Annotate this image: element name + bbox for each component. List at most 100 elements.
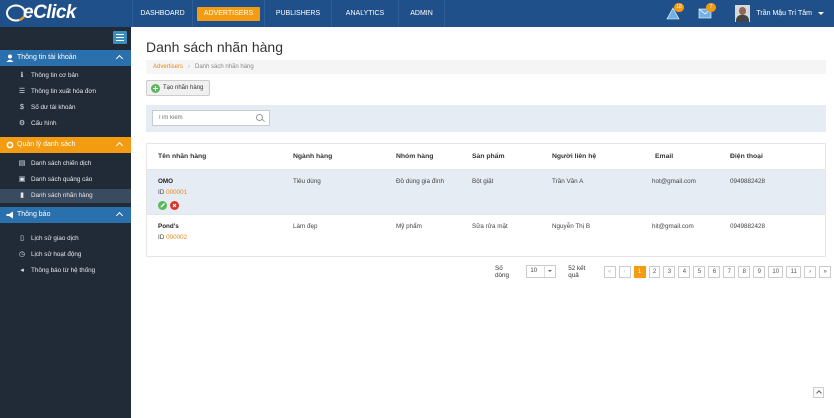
column-header[interactable]: Sản phẩm: [472, 153, 504, 160]
industry-cell: Tiêu dùng: [293, 178, 321, 185]
column-header[interactable]: Nhóm hàng: [396, 153, 433, 160]
gear-icon: [6, 141, 14, 149]
sidebar: Thông tin tài khoản ℹ Thông tin cơ bản ☰…: [0, 27, 131, 418]
product-cell: Bột giặt: [472, 178, 494, 185]
sidebar-item-label: Cấu hình: [31, 120, 57, 127]
nav-advertisers-label: ADVERTISERS: [196, 6, 261, 21]
rows-per-page-label: Số dòng: [495, 264, 510, 279]
sidebar-item-ads[interactable]: ▣ Danh sách quảng cáo: [0, 173, 131, 187]
group-cell: Mỹ phẩm: [396, 223, 422, 230]
page-button[interactable]: 9: [753, 265, 766, 278]
sidebar-item-brands[interactable]: ▮ Danh sách nhãn hàng: [0, 189, 131, 203]
bookmark-icon: ▮: [20, 192, 24, 199]
sidebar-toggle-button[interactable]: [113, 31, 127, 44]
table-icon: ▤: [18, 160, 26, 167]
column-header[interactable]: Email: [655, 153, 673, 160]
phone-cell: 0949882428: [730, 223, 766, 230]
alerts-button[interactable]: 18: [666, 3, 684, 21]
delete-icon[interactable]: [170, 201, 179, 210]
sidebar-item-invoice-info[interactable]: ☰ Thông tin xuất hóa đơn: [0, 85, 131, 99]
breadcrumb-current: Danh sách nhãn hàng: [195, 64, 254, 70]
search-input[interactable]: [152, 110, 270, 126]
page-button[interactable]: 3: [663, 265, 676, 278]
prev-page-icon[interactable]: ‹: [618, 265, 631, 278]
info-icon: ℹ: [20, 72, 24, 79]
rows-per-page-value: 10: [530, 268, 538, 274]
chevron-down-icon: [818, 12, 824, 15]
page-button[interactable]: 1: [633, 265, 646, 278]
nav-advertisers[interactable]: ADVERTISERS: [193, 0, 265, 27]
rows-per-page-select[interactable]: 10: [526, 265, 557, 278]
sidebar-item-label: Số dư tài khoản: [31, 104, 76, 111]
search-icon[interactable]: [256, 114, 263, 121]
table-row[interactable]: OMO ID 000001 Tiêu dùng Đồ dùng gia đình…: [147, 169, 825, 214]
page-button[interactable]: 10: [768, 265, 784, 278]
sidebar-section-title: Thông báo: [17, 211, 51, 218]
sidebar-item-balance[interactable]: $ Số dư tài khoản: [0, 101, 131, 115]
sidebar-item-transactions[interactable]: ▯ Lịch sử giao dịch: [0, 232, 131, 246]
chevron-up-icon: [115, 211, 124, 220]
email-cell: hot@gmail.com: [652, 178, 696, 185]
sidebar-item-label: Lịch sử giao dịch: [31, 235, 79, 242]
sidebar-section-manage[interactable]: Quản lý danh sách: [0, 137, 131, 153]
brand-name[interactable]: OMO: [158, 178, 173, 185]
column-header[interactable]: Ngành hàng: [293, 153, 332, 160]
sidebar-item-system-notices[interactable]: ◂ Thông báo từ hệ thống: [0, 264, 131, 278]
breadcrumb: Advertisers › Danh sách nhãn hàng: [146, 60, 826, 74]
logo[interactable]: eClick: [6, 2, 88, 23]
dollar-icon: $: [20, 104, 24, 111]
sidebar-item-campaigns[interactable]: ▤ Danh sách chiến dịch: [0, 157, 131, 171]
edit-icon[interactable]: [158, 201, 167, 210]
avatar: [735, 5, 751, 22]
page-button[interactable]: 7: [723, 265, 736, 278]
page-button[interactable]: 4: [678, 265, 691, 278]
column-header[interactable]: Điện thoại: [730, 153, 763, 160]
page-button[interactable]: 8: [738, 265, 751, 278]
last-page-icon[interactable]: »: [819, 265, 832, 278]
file-icon: ▯: [20, 235, 24, 242]
brand-id: ID 000002: [158, 234, 188, 241]
results-total: 52 kết quả: [568, 264, 586, 279]
brand-id: ID 000001: [158, 189, 188, 196]
nav-publishers[interactable]: PUBLISHERS: [265, 0, 332, 27]
sidebar-section-account[interactable]: Thông tin tài khoản: [0, 50, 131, 66]
page-button[interactable]: 11: [786, 265, 802, 278]
sidebar-section-notifications[interactable]: Thông báo: [0, 207, 131, 223]
nav-analytics[interactable]: ANALYTICS: [332, 0, 399, 27]
column-header[interactable]: Tên nhãn hàng: [158, 153, 206, 160]
gear-icon: ⚙: [18, 120, 26, 127]
image-icon: ▣: [18, 176, 26, 183]
main-content: Danh sách nhãn hàng Advertisers › Danh sác…: [131, 27, 834, 418]
scroll-to-top-button[interactable]: [813, 387, 824, 398]
table-row[interactable]: Pond's ID 000002 Làm đẹp Mỹ phẩm Sữa rửa…: [147, 214, 825, 257]
phone-cell: 0949882428: [730, 178, 766, 185]
chevron-up-icon: [115, 141, 124, 150]
page-button[interactable]: 5: [693, 265, 706, 278]
pagination: Số dòng 10 52 kết quả « ‹ 1 2 3 4 5 6 7 …: [495, 264, 834, 279]
add-brand-button[interactable]: Tạo nhãn hàng: [146, 80, 210, 96]
messages-button[interactable]: 7: [698, 3, 716, 21]
brand-name[interactable]: Pond's: [158, 223, 179, 230]
page-button[interactable]: 6: [708, 265, 721, 278]
sidebar-item-activity[interactable]: ◷ Lịch sử hoạt động: [0, 248, 131, 262]
sidebar-item-label: Danh sách nhãn hàng: [31, 192, 93, 199]
product-cell: Sữa rửa mặt: [472, 223, 508, 230]
contact-cell: Trần Văn A: [552, 178, 584, 185]
contact-cell: Nguyễn Thị B: [552, 223, 591, 230]
next-page-icon[interactable]: ›: [804, 265, 817, 278]
nav-admin[interactable]: ADMIN: [399, 0, 445, 27]
page-button[interactable]: 2: [648, 265, 661, 278]
sidebar-item-basic-info[interactable]: ℹ Thông tin cơ bản: [0, 69, 131, 83]
user-menu[interactable]: Trần Mậu Trí Tâm: [735, 5, 824, 22]
sidebar-item-label: Lịch sử hoạt động: [31, 251, 82, 258]
nav-dashboard[interactable]: DASHBOARD: [132, 0, 193, 27]
breadcrumb-root-link[interactable]: Advertisers: [153, 64, 183, 70]
column-header[interactable]: Người liên hệ: [552, 153, 596, 160]
first-page-icon[interactable]: «: [603, 265, 616, 278]
sidebar-item-settings[interactable]: ⚙ Cấu hình: [0, 117, 131, 131]
logo-text: eClick: [23, 2, 76, 23]
plus-circle-icon: [151, 84, 160, 93]
alerts-badge: 18: [674, 3, 684, 12]
speaker-icon: ◂: [20, 267, 24, 274]
add-brand-label: Tạo nhãn hàng: [163, 85, 204, 91]
